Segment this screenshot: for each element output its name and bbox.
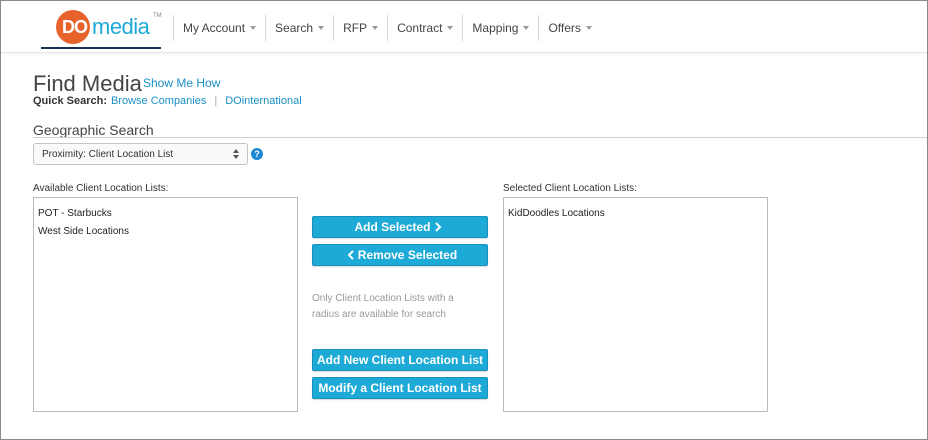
add-selected-button[interactable]: Add Selected <box>312 216 488 238</box>
remove-selected-label: Remove Selected <box>357 248 458 262</box>
quick-search-separator: | <box>214 95 218 107</box>
select-updown-icon <box>233 149 239 159</box>
selected-lists-label: Selected Client Location Lists: <box>503 183 637 194</box>
quick-search-label: Quick Search: <box>33 95 107 107</box>
nav-my-account-label: My Account <box>183 21 246 35</box>
caret-down-icon <box>523 26 530 30</box>
nav-rfp[interactable]: RFP <box>333 15 387 41</box>
nav-search[interactable]: Search <box>265 15 333 41</box>
domedia-logo[interactable]: DO media TM <box>41 7 162 49</box>
nav-offers-label: Offers <box>548 21 581 35</box>
nav-search-label: Search <box>275 21 314 35</box>
nav-rfp-label: RFP <box>343 21 368 35</box>
browse-companies-link[interactable]: Browse Companies <box>111 95 206 107</box>
caret-down-icon <box>372 26 379 30</box>
available-lists-label: Available Client Location Lists: <box>33 183 169 194</box>
list-item[interactable]: KidDoodles Locations <box>508 205 763 223</box>
chevron-right-icon <box>434 222 441 232</box>
nav-mapping[interactable]: Mapping <box>462 15 538 41</box>
help-icon[interactable]: ? <box>251 148 263 160</box>
nav-menu: My Account Search RFP Contract Mapping O… <box>173 15 601 41</box>
caret-down-icon <box>585 26 592 30</box>
list-item[interactable]: POT - Starbucks <box>38 205 293 223</box>
quick-search-bar: Quick Search: Browse Companies | DOinter… <box>33 95 302 107</box>
available-lists-box[interactable]: POT - Starbucks West Side Locations <box>33 197 298 412</box>
top-navbar: DO media TM My Account Search RFP Contra… <box>1 1 927 53</box>
search-type-select[interactable]: Proximity: Client Location List <box>33 143 248 165</box>
logo-do-text: DO <box>62 17 88 37</box>
selected-lists-box[interactable]: KidDoodles Locations <box>503 197 768 412</box>
nav-my-account[interactable]: My Account <box>173 15 265 41</box>
nav-mapping-label: Mapping <box>472 21 519 35</box>
caret-down-icon <box>447 26 454 30</box>
geographic-search-heading: Geographic Search <box>33 122 154 138</box>
show-me-how-link[interactable]: Show Me How <box>143 76 220 90</box>
chevron-left-icon <box>347 250 354 260</box>
caret-down-icon <box>250 26 257 30</box>
logo-trademark: TM <box>153 13 162 19</box>
nav-contract-label: Contract <box>397 21 443 35</box>
search-type-select-value: Proximity: Client Location List <box>42 148 174 160</box>
add-new-location-list-button[interactable]: Add New Client Location List <box>312 349 488 371</box>
logo-media-text: media <box>92 14 150 39</box>
page-title: Find Media <box>33 71 142 96</box>
dointernational-link[interactable]: DOinternational <box>225 95 301 107</box>
add-selected-label: Add Selected <box>354 220 431 234</box>
caret-down-icon <box>318 26 325 30</box>
remove-selected-button[interactable]: Remove Selected <box>312 244 488 266</box>
nav-offers[interactable]: Offers <box>538 15 600 41</box>
modify-location-list-button[interactable]: Modify a Client Location List <box>312 377 488 399</box>
nav-contract[interactable]: Contract <box>387 15 462 41</box>
radius-note: Only Client Location Lists with a radius… <box>312 293 454 320</box>
list-item[interactable]: West Side Locations <box>38 223 293 241</box>
section-divider <box>33 137 927 138</box>
